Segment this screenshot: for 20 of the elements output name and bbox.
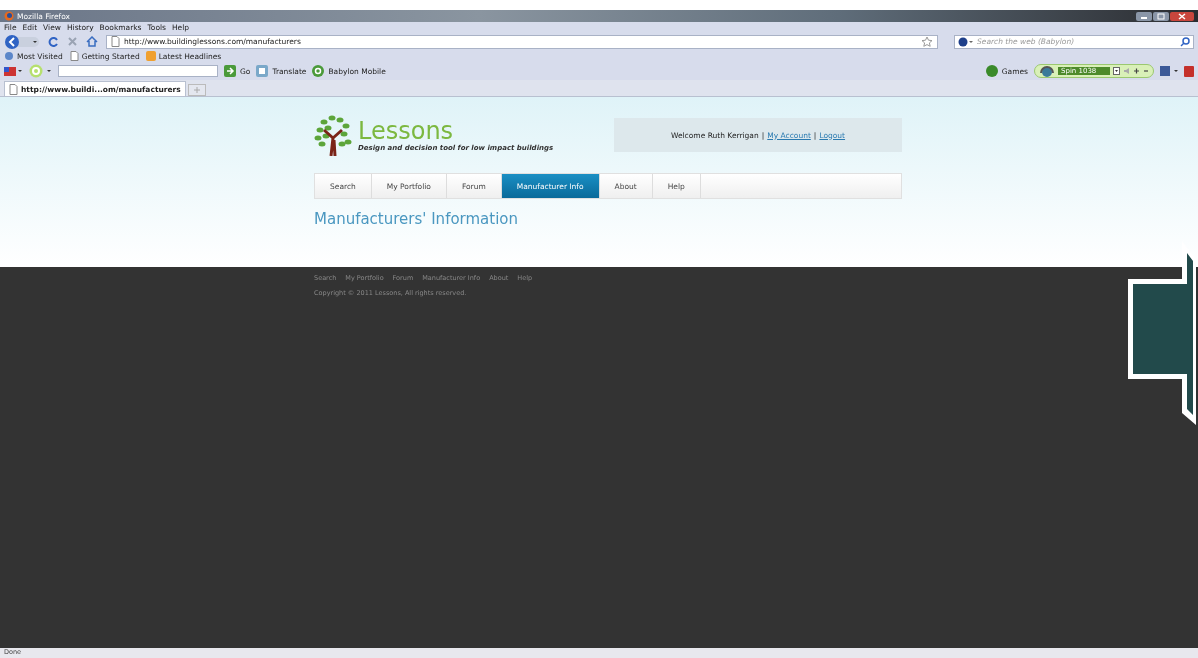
arrow-icon[interactable] (224, 65, 236, 77)
dropdown-icon[interactable] (1113, 67, 1120, 75)
plus-icon[interactable] (1133, 67, 1140, 75)
page-icon[interactable] (111, 36, 120, 47)
tree-logo-icon (314, 114, 354, 156)
page-icon[interactable] (9, 83, 18, 95)
logo-text: Lessons (358, 118, 454, 144)
minimize-icon[interactable] (1136, 11, 1152, 21)
toolbar-search-field[interactable] (58, 65, 218, 77)
back-icon[interactable] (4, 34, 40, 49)
stop-icon[interactable] (67, 36, 78, 47)
search-icon[interactable] (1180, 36, 1190, 47)
maximize-icon[interactable] (1153, 11, 1169, 21)
star-icon[interactable] (921, 36, 933, 47)
close-icon[interactable] (1170, 11, 1194, 21)
flag-icon[interactable] (4, 66, 22, 76)
page-heading: Manufacturers' Information (314, 210, 520, 228)
reload-icon[interactable] (48, 36, 59, 47)
home-icon[interactable] (86, 36, 98, 47)
headphones-icon[interactable] (1039, 65, 1055, 77)
